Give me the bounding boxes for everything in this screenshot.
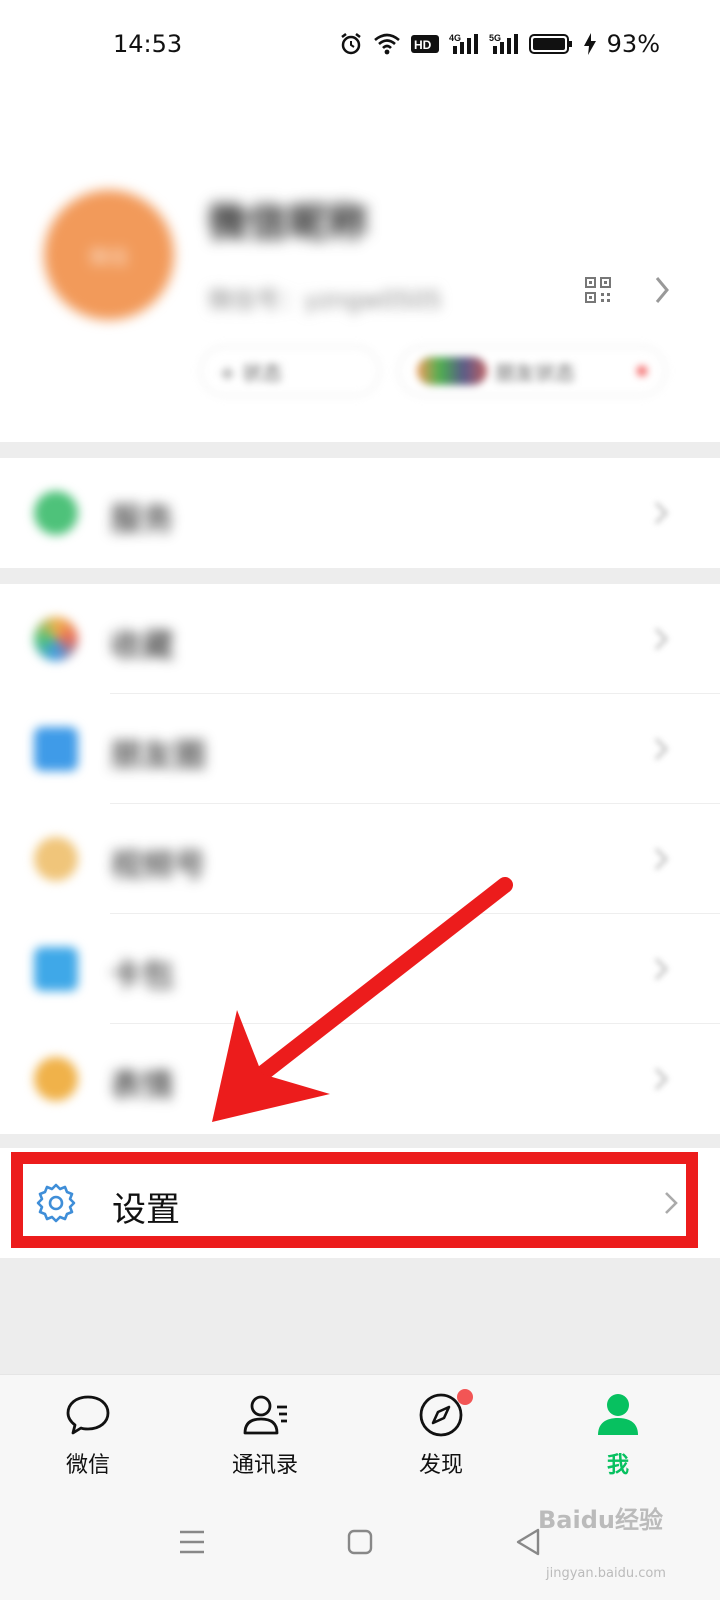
battery-icon: [528, 32, 573, 56]
menu-item-service[interactable]: 服务: [0, 458, 720, 568]
status-bar: 14:53 HD 4G 5G 93%: [0, 0, 720, 90]
empty-area: [0, 1258, 720, 1374]
tab-label: 我: [606, 1453, 629, 1478]
annotation-highlight-box: [11, 1152, 698, 1248]
section-gap: [0, 442, 720, 458]
battery-percent: 93%: [606, 30, 660, 58]
signal-5g-icon: 5G: [489, 32, 519, 56]
tab-label: 发现: [418, 1453, 463, 1478]
signal-4g-icon: 4G: [449, 32, 479, 56]
tab-label: 微信: [65, 1453, 110, 1478]
menu-item-label: 视频号: [110, 846, 207, 884]
section-gap: [0, 568, 720, 584]
favorites-icon: [34, 617, 78, 661]
status-pill-label: + 状态: [219, 360, 283, 385]
channels-icon: [34, 837, 78, 881]
friends-pill-label: 朋友状态: [495, 360, 575, 385]
hd-icon: HD: [410, 32, 439, 56]
menu-item-label: 朋友圈: [110, 736, 207, 774]
chevron-right-icon: [654, 847, 669, 871]
tab-me[interactable]: 我: [558, 1389, 678, 1485]
watermark: Baidu经验: [538, 1506, 663, 1534]
chevron-right-icon: [654, 1067, 669, 1091]
tab-discover[interactable]: 发现: [381, 1389, 501, 1485]
charging-icon: [583, 32, 597, 56]
qr-code-icon[interactable]: [584, 276, 612, 304]
menu-item-label: 表情: [110, 1066, 175, 1104]
home-icon[interactable]: [340, 1522, 380, 1562]
chevron-right-icon: [654, 627, 669, 651]
friends-status-pill[interactable]: 朋友状态: [398, 346, 666, 396]
menu-item-label: 服务: [110, 500, 175, 538]
profile-nickname: 微信昵称: [208, 200, 368, 246]
svg-text:HD: HD: [414, 38, 432, 52]
chat-icon: [66, 1395, 110, 1435]
status-pill[interactable]: + 状态: [200, 346, 380, 396]
menu-item-label: 收藏: [110, 626, 175, 664]
status-time: 14:53: [113, 30, 183, 58]
svg-text:5G: 5G: [489, 33, 501, 43]
chevron-right-icon: [654, 501, 669, 525]
chevron-right-icon: [654, 957, 669, 981]
cards-icon: [34, 947, 78, 991]
contacts-icon: [243, 1395, 287, 1435]
svg-text:4G: 4G: [449, 33, 461, 43]
menu-item-stickers[interactable]: 表情: [0, 1024, 720, 1134]
menu-item-moments[interactable]: 朋友圈: [0, 694, 720, 804]
tab-label: 通讯录: [231, 1453, 298, 1478]
chevron-right-icon: [654, 737, 669, 761]
section-gap: [0, 1134, 720, 1148]
notification-dot: [637, 366, 647, 376]
menu-item-favorites[interactable]: 收藏: [0, 584, 720, 694]
avatar[interactable]: 微信: [44, 190, 174, 320]
service-icon: [34, 491, 78, 535]
menu-item-cards[interactable]: 卡包: [0, 914, 720, 1024]
status-icons: HD 4G 5G 93%: [339, 30, 660, 58]
me-icon: [598, 1394, 638, 1435]
profile-wechat-id: 微信号：yzngw0505: [208, 286, 442, 314]
moments-icon: [34, 727, 78, 771]
tab-bar: 微信 通讯录 发现 我: [0, 1374, 720, 1492]
watermark-sub: jingyan.baidu.com: [546, 1566, 666, 1581]
friends-avatars: [417, 357, 487, 385]
menu-item-label: 卡包: [110, 956, 175, 994]
avatar-text: 微信: [89, 244, 129, 269]
tab-contacts[interactable]: 通讯录: [205, 1389, 325, 1485]
menu-icon[interactable]: [172, 1522, 212, 1562]
alarm-icon: [339, 32, 363, 56]
wifi-icon: [373, 32, 401, 56]
profile-chevron-icon[interactable]: [652, 274, 672, 306]
profile-card[interactable]: 微信 微信昵称 微信号：yzngw0505 + 状态 朋友状态: [0, 90, 720, 442]
stickers-icon: [34, 1057, 78, 1101]
tab-chats[interactable]: 微信: [28, 1389, 148, 1485]
menu-item-channels[interactable]: 视频号: [0, 804, 720, 914]
discover-badge-dot: [457, 1389, 473, 1405]
